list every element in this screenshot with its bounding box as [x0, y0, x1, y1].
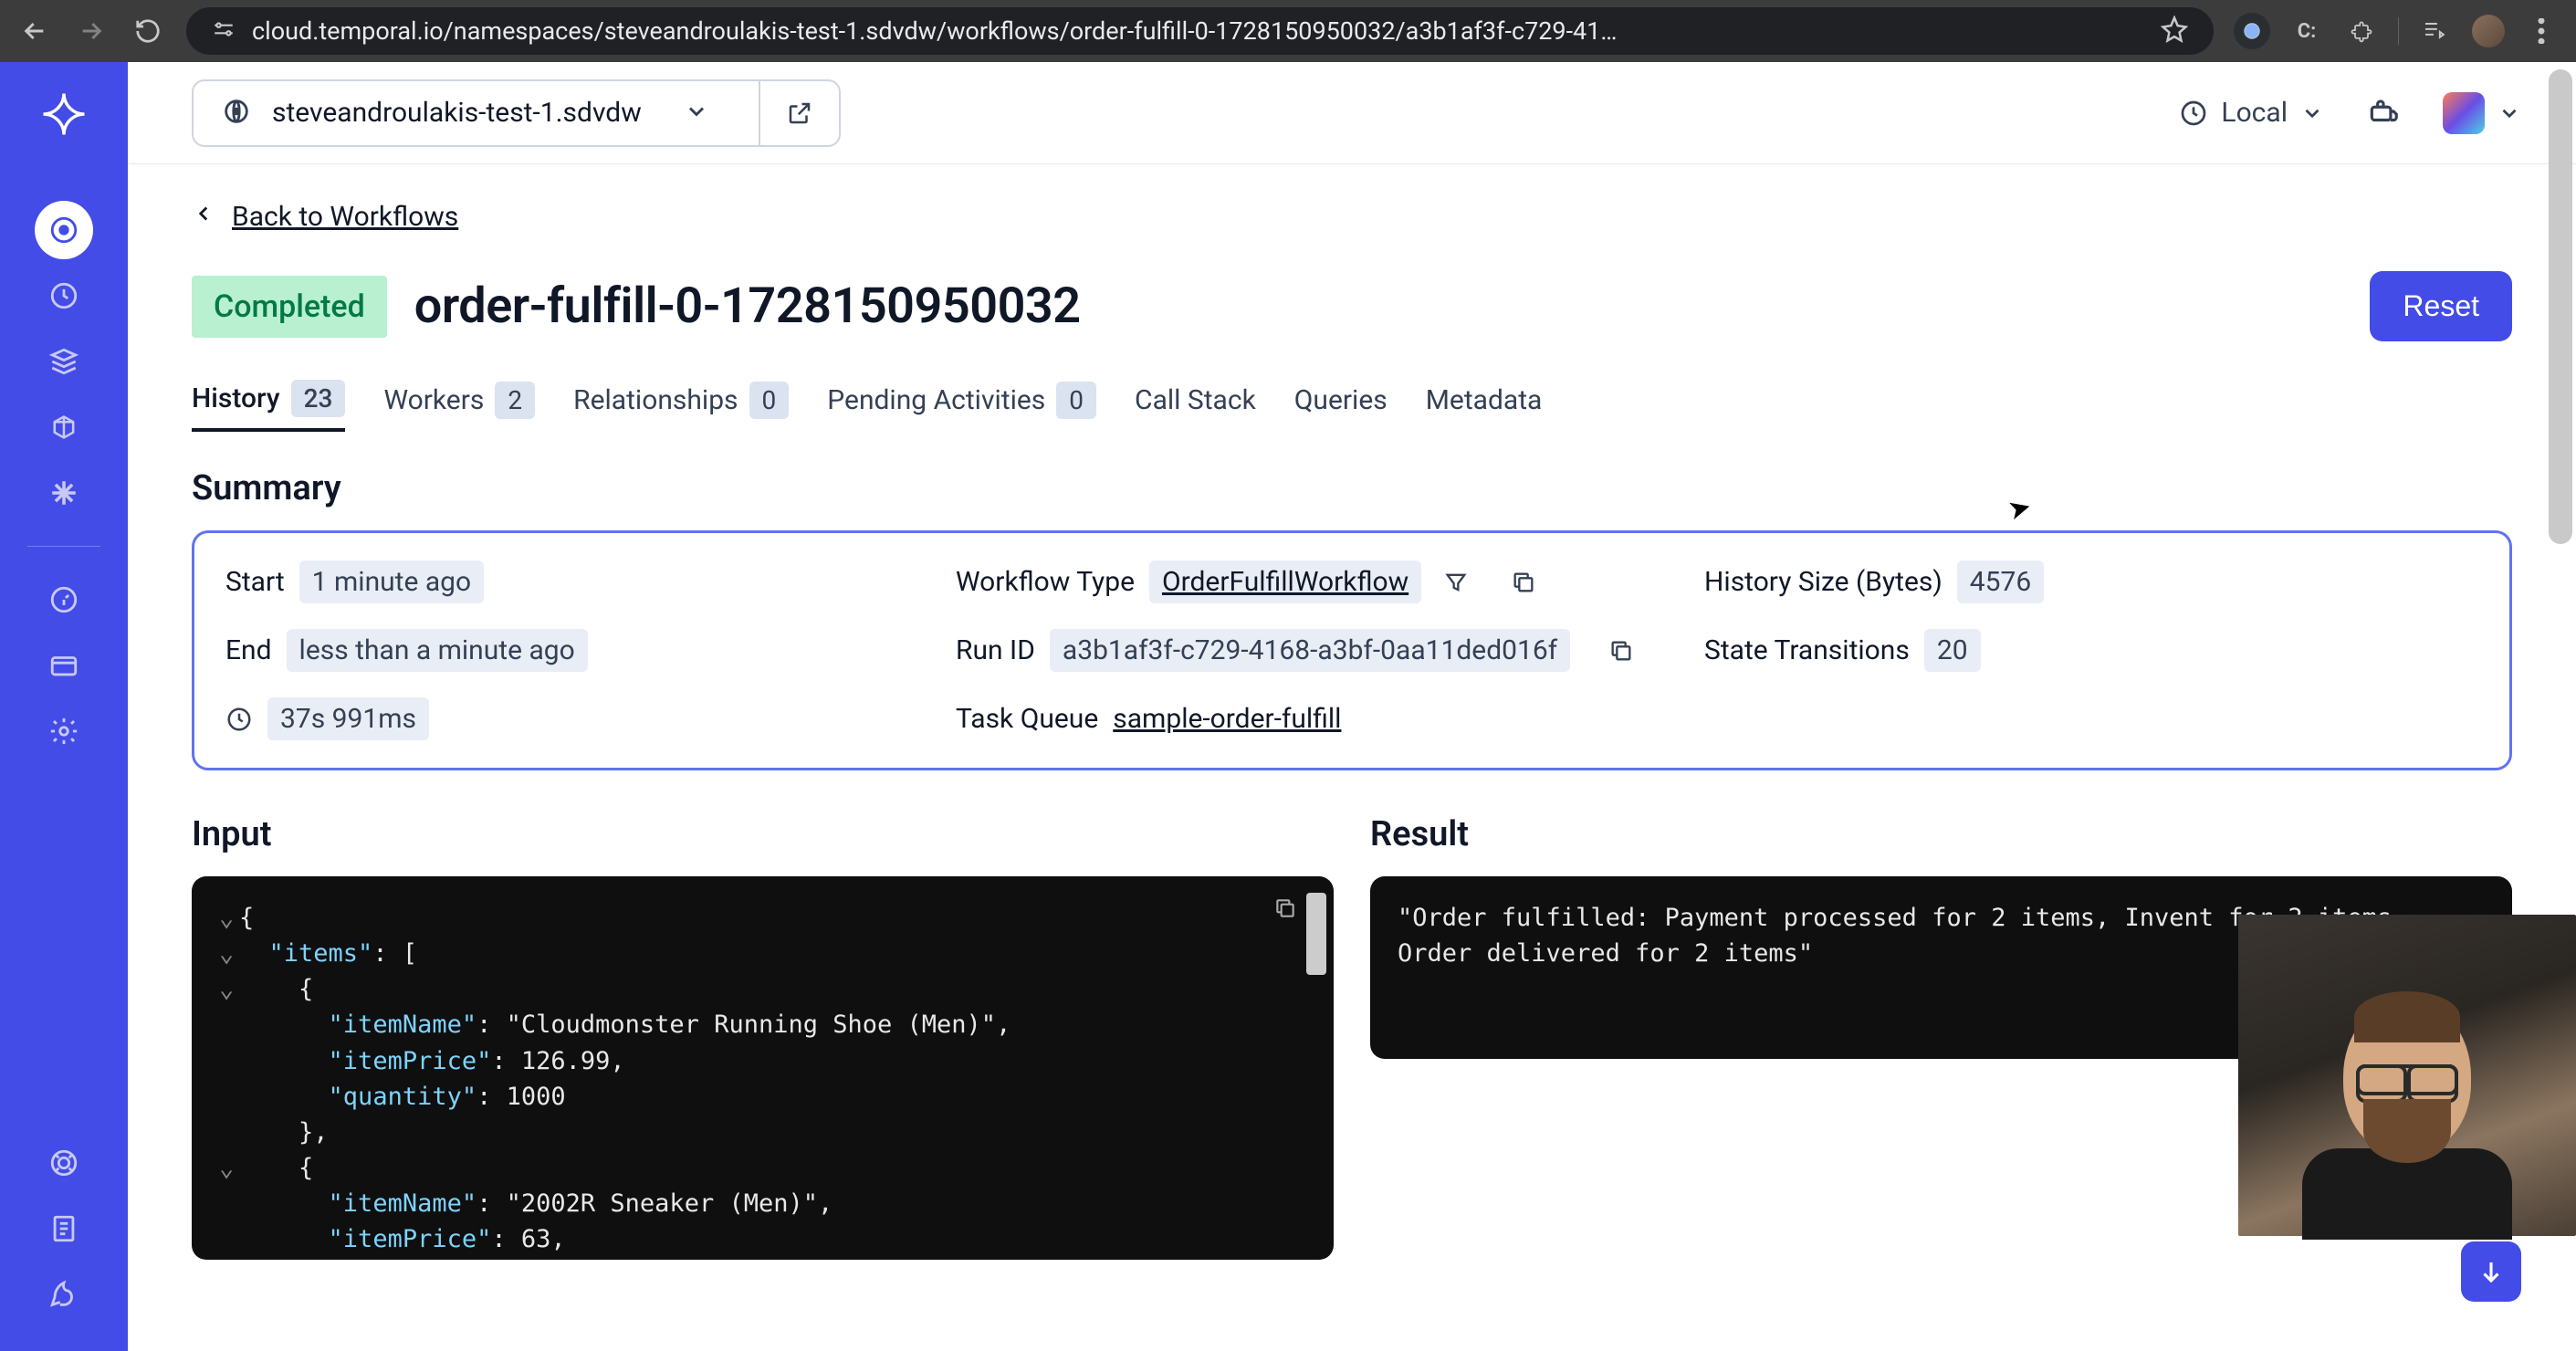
main-panel: steveandroulakis-test-1.sdvdw Local: [128, 62, 2576, 1351]
tab-relationships-label: Relationships: [573, 384, 738, 416]
tab-pending-activities[interactable]: Pending Activities 0: [827, 380, 1096, 432]
clock-icon: [225, 706, 253, 733]
status-badge: Completed: [192, 276, 387, 338]
tab-queries[interactable]: Queries: [1294, 380, 1387, 432]
namespace-name: steveandroulakis-test-1.sdvdw: [272, 97, 642, 129]
timezone-picker[interactable]: Local: [2179, 97, 2324, 129]
input-result-row: Input ⌄{ ⌄ "items": [ ⌄ { "itemName": "C…: [192, 814, 2512, 1260]
sidebar-batch-icon[interactable]: [35, 332, 93, 391]
chevron-down-icon: [662, 99, 731, 128]
filter-icon[interactable]: [1443, 570, 1469, 595]
sidebar-usage-icon[interactable]: [35, 571, 93, 629]
webcam-overlay: [2238, 915, 2576, 1236]
copy-icon[interactable]: [1608, 638, 1634, 664]
back-label: Back to Workflows: [232, 201, 458, 233]
sidebar-billing-icon[interactable]: [35, 636, 93, 695]
tab-history[interactable]: History 23: [192, 380, 345, 432]
copy-icon[interactable]: [1273, 895, 1297, 930]
sidebar: [0, 62, 128, 1351]
sidebar-feedback-icon[interactable]: [35, 1265, 93, 1324]
summary-run-id: Run ID a3b1af3f-c729-4168-a3bf-0aa11ded0…: [956, 629, 1704, 672]
temporal-logo-icon[interactable]: [39, 89, 89, 139]
scroll-down-fab[interactable]: [2461, 1241, 2521, 1302]
browser-chrome: cloud.temporal.io/namespaces/steveandrou…: [0, 0, 2576, 62]
input-code-box[interactable]: ⌄{ ⌄ "items": [ ⌄ { "itemName": "Cloudmo…: [192, 876, 1334, 1260]
summary-heading: Summary: [192, 468, 2512, 508]
summary-history-size: History Size (Bytes) 4576: [1704, 560, 2478, 603]
summary-start: Start 1 minute ago: [225, 560, 956, 603]
sidebar-support-icon[interactable]: [35, 1134, 93, 1192]
tab-callstack-label: Call Stack: [1135, 384, 1256, 416]
labs-icon[interactable]: [2366, 94, 2401, 132]
task-queue-link[interactable]: sample-order-fulfill: [1113, 703, 1341, 735]
tab-call-stack[interactable]: Call Stack: [1135, 380, 1256, 432]
sidebar-docs-icon[interactable]: [35, 1199, 93, 1258]
tab-metadata[interactable]: Metadata: [1426, 380, 1543, 432]
code-scrollbar[interactable]: [1306, 893, 1326, 975]
user-avatar: [2443, 92, 2485, 134]
timezone-label: Local: [2221, 97, 2288, 129]
extensions-puzzle-icon[interactable]: [2343, 13, 2380, 49]
input-heading: Input: [192, 814, 1334, 854]
sidebar-schedules-icon[interactable]: [35, 267, 93, 325]
namespace-icon: [221, 96, 252, 131]
browser-forward-icon[interactable]: [73, 13, 110, 49]
sidebar-divider: [27, 546, 100, 547]
external-link-button[interactable]: [759, 81, 839, 145]
tab-relationships-count: 0: [749, 382, 790, 419]
content: Back to Workflows Completed order-fulfil…: [128, 164, 2576, 1296]
browser-url-bar[interactable]: cloud.temporal.io/namespaces/steveandrou…: [186, 7, 2214, 55]
url-text: cloud.temporal.io/namespaces/steveandrou…: [252, 16, 2144, 46]
site-settings-icon[interactable]: [212, 17, 236, 45]
summary-box: Start 1 minute ago Workflow Type OrderFu…: [192, 530, 2512, 770]
summary-end: End less than a minute ago: [225, 629, 956, 672]
workflow-id-heading: order-fulfill-0-1728150950032: [414, 278, 1081, 335]
user-menu[interactable]: [2443, 92, 2521, 134]
extension-2-icon[interactable]: C:: [2288, 13, 2325, 49]
summary-workflow-type: Workflow Type OrderFulfillWorkflow: [956, 560, 1704, 603]
divider: [2398, 17, 2399, 45]
tab-metadata-label: Metadata: [1426, 384, 1543, 416]
topbar: steveandroulakis-test-1.sdvdw Local: [128, 62, 2576, 164]
sidebar-nexus-icon[interactable]: [35, 464, 93, 522]
reset-button[interactable]: Reset: [2370, 271, 2512, 341]
tab-workers-label: Workers: [383, 384, 484, 416]
result-heading: Result: [1370, 814, 2512, 854]
chevron-left-icon: [192, 201, 215, 233]
browser-menu-icon[interactable]: [2523, 13, 2560, 49]
browser-toolbar-right: C:: [2234, 13, 2560, 49]
tab-history-count: 23: [291, 380, 346, 417]
summary-duration: 37s 991ms: [225, 697, 956, 740]
tab-relationships[interactable]: Relationships 0: [573, 380, 789, 432]
summary-task-queue: Task Queue sample-order-fulfill: [956, 703, 1704, 735]
browser-profile-avatar[interactable]: [2472, 15, 2505, 47]
namespace-picker[interactable]: steveandroulakis-test-1.sdvdw: [192, 79, 841, 147]
sidebar-archival-icon[interactable]: [35, 398, 93, 456]
media-playlist-icon[interactable]: [2417, 13, 2454, 49]
app-container: steveandroulakis-test-1.sdvdw Local: [0, 62, 2576, 1351]
browser-reload-icon[interactable]: [130, 13, 166, 49]
browser-back-icon[interactable]: [16, 13, 53, 49]
tab-pending-label: Pending Activities: [827, 384, 1045, 416]
back-to-workflows-link[interactable]: Back to Workflows: [192, 201, 458, 233]
tab-history-label: History: [192, 382, 280, 414]
tab-queries-label: Queries: [1294, 384, 1387, 416]
tabs: History 23 Workers 2 Relationships 0 Pen…: [192, 380, 2512, 432]
sidebar-settings-icon[interactable]: [35, 702, 93, 760]
title-row: Completed order-fulfill-0-1728150950032 …: [192, 271, 2512, 341]
extension-1-icon[interactable]: [2234, 13, 2270, 49]
sidebar-workflows-icon[interactable]: [35, 201, 93, 259]
summary-state-transitions: State Transitions 20: [1704, 629, 2478, 672]
copy-icon[interactable]: [1511, 570, 1536, 595]
tab-workers[interactable]: Workers 2: [383, 380, 535, 432]
bookmark-star-icon[interactable]: [2161, 16, 2188, 47]
tab-pending-count: 0: [1056, 382, 1096, 419]
tab-workers-count: 2: [495, 382, 535, 419]
workflow-type-link[interactable]: OrderFulfillWorkflow: [1149, 560, 1421, 603]
